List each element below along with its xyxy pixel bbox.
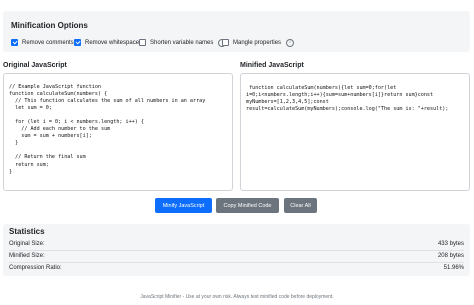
minified-size-row: Minified Size: 208 bytes xyxy=(9,253,464,261)
minified-js-label: Minified JavaScript xyxy=(240,62,304,69)
copy-minified-button[interactable]: Copy Minified Code xyxy=(216,198,279,213)
compression-ratio-row: Compression Ratio: 51.96% xyxy=(9,265,464,273)
minified-js-output[interactable]: function calculateSum(numbers){let sum=0… xyxy=(240,73,470,191)
mangle-properties-label: Mangle properties xyxy=(233,39,282,46)
shorten-variable-names-option[interactable]: Shorten variable names i xyxy=(139,38,227,47)
remove-whitespace-checkbox[interactable] xyxy=(74,39,81,46)
remove-comments-option[interactable]: Remove comments xyxy=(11,38,74,47)
shorten-variable-names-label: Shorten variable names xyxy=(150,39,214,46)
original-js-editor[interactable]: // Example JavaScript function function … xyxy=(3,73,233,191)
clear-all-button[interactable]: Clear All xyxy=(284,198,317,213)
mangle-properties-option[interactable]: Mangle properties i xyxy=(222,38,295,47)
divider xyxy=(9,262,464,263)
footer-disclaimer: JavaScript Minifier - Use at your own ri… xyxy=(140,294,334,300)
remove-whitespace-label: Remove whitespace xyxy=(85,39,140,46)
info-icon[interactable]: i xyxy=(286,38,295,47)
minified-size-value: 208 bytes xyxy=(437,253,464,259)
original-js-code: // Example JavaScript function function … xyxy=(9,84,206,175)
original-size-label: Original Size: xyxy=(9,241,45,247)
options-title: Minification Options xyxy=(11,21,88,30)
remove-comments-checkbox[interactable] xyxy=(11,39,18,46)
compression-ratio-label: Compression Ratio: xyxy=(9,265,62,271)
original-size-value: 433 bytes xyxy=(437,241,464,247)
minified-size-label: Minified Size: xyxy=(9,253,45,259)
statistics-panel: Statistics Original Size: 433 bytes Mini… xyxy=(3,224,470,276)
mangle-properties-checkbox[interactable] xyxy=(222,39,229,46)
original-js-label: Original JavaScript xyxy=(3,62,67,69)
shorten-variable-names-checkbox[interactable] xyxy=(139,39,146,46)
original-size-row: Original Size: 433 bytes xyxy=(9,241,464,249)
remove-whitespace-option[interactable]: Remove whitespace xyxy=(74,38,139,47)
minified-js-code: function calculateSum(numbers){let sum=0… xyxy=(246,85,449,113)
minify-button[interactable]: Minify JavaScript xyxy=(155,198,212,213)
statistics-title: Statistics xyxy=(9,227,45,236)
divider xyxy=(9,250,464,251)
remove-comments-label: Remove comments xyxy=(22,39,74,46)
compression-ratio-value: 51.96% xyxy=(443,265,464,271)
